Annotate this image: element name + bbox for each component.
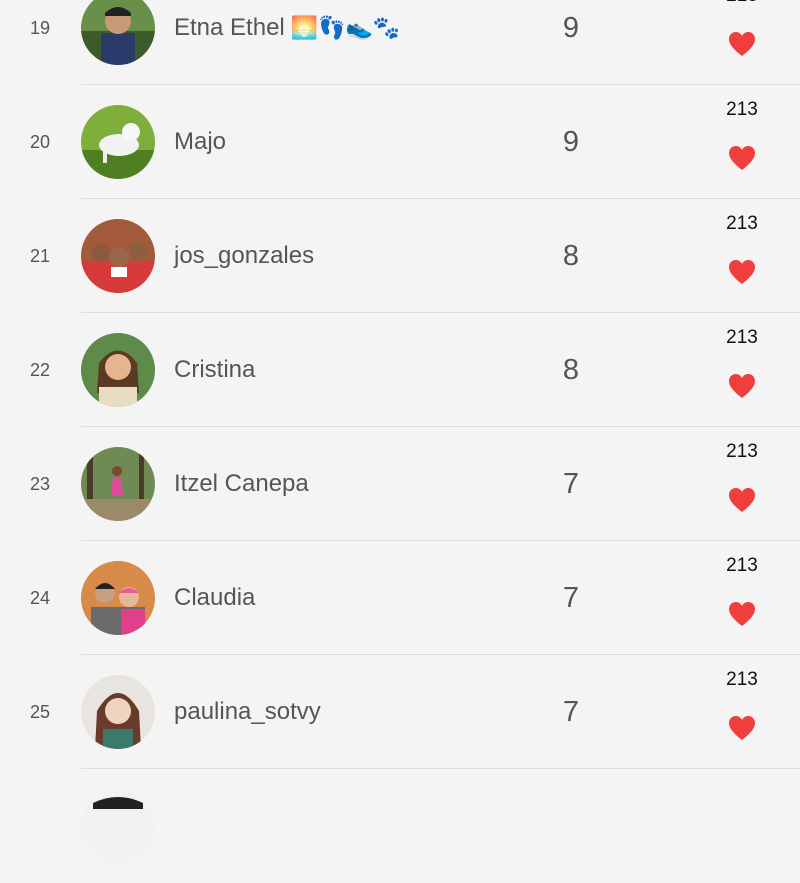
score: 9 [562, 126, 580, 158]
username[interactable]: Itzel Canepa [174, 470, 309, 498]
rank-number: 21 [29, 246, 51, 266]
username[interactable]: jos_gonzales [174, 242, 314, 270]
list-item[interactable]: 19 Etna Ethel🌅👣👟🐾 9 213 [0, 0, 800, 85]
score: 7 [562, 582, 580, 614]
username[interactable]: Etna Ethel 🌅👣👟🐾 [174, 14, 400, 42]
score: 8 [562, 354, 580, 386]
avatar[interactable] [81, 219, 155, 293]
like-count: 213 [712, 0, 772, 7]
avatar[interactable] [81, 789, 155, 863]
heart-icon[interactable] [728, 487, 756, 513]
score: 9 [562, 12, 580, 44]
score: 7 [562, 696, 580, 728]
username[interactable]: Cristina [174, 356, 255, 384]
heart-icon[interactable] [728, 601, 756, 627]
rank-number: 19 [29, 18, 51, 38]
like-count: 213 [726, 441, 758, 462]
rank-number: 22 [29, 360, 51, 380]
score: 7 [562, 468, 580, 500]
status-emoji: 🌅👣👟🐾 [290, 16, 401, 41]
avatar[interactable] [81, 447, 155, 521]
avatar[interactable] [81, 675, 155, 749]
list-item[interactable]: 22 Cristina 8 213 [0, 313, 800, 427]
leaderboard-list: 19 Etna Ethel🌅👣👟🐾 9 213 20 [0, 0, 800, 883]
avatar[interactable] [81, 105, 155, 179]
list-item[interactable]: 20 Majo 9 213 [0, 85, 800, 199]
list-item[interactable]: 23 Itzel Canepa 7 213 [0, 427, 800, 541]
heart-icon[interactable] [728, 31, 756, 57]
username[interactable]: Claudia [174, 584, 255, 612]
rank-number: 20 [29, 132, 51, 152]
like-count: 213 [726, 213, 758, 234]
avatar[interactable] [81, 0, 155, 65]
like-count: 213 [726, 327, 758, 348]
score: 8 [562, 240, 580, 272]
list-item[interactable]: 25 paulina_sotvy 7 213 [0, 655, 800, 769]
rank-number: 25 [29, 702, 51, 722]
heart-icon[interactable] [728, 715, 756, 741]
like-count: 213 [726, 555, 758, 576]
rank-number: 24 [29, 588, 51, 608]
list-item[interactable]: 21 jos_gonzales 8 213 [0, 199, 800, 313]
heart-icon[interactable] [728, 373, 756, 399]
heart-icon[interactable] [728, 259, 756, 285]
list-item[interactable] [0, 769, 800, 883]
like-count: 213 [726, 669, 758, 690]
username[interactable]: Majo [174, 128, 226, 156]
rank-number: 23 [29, 474, 51, 494]
like-count: 213 [726, 99, 758, 120]
avatar[interactable] [81, 561, 155, 635]
avatar[interactable] [81, 333, 155, 407]
heart-icon[interactable] [728, 145, 756, 171]
username[interactable]: paulina_sotvy [174, 698, 321, 726]
list-item[interactable]: 24 Claudia 7 213 [0, 541, 800, 655]
